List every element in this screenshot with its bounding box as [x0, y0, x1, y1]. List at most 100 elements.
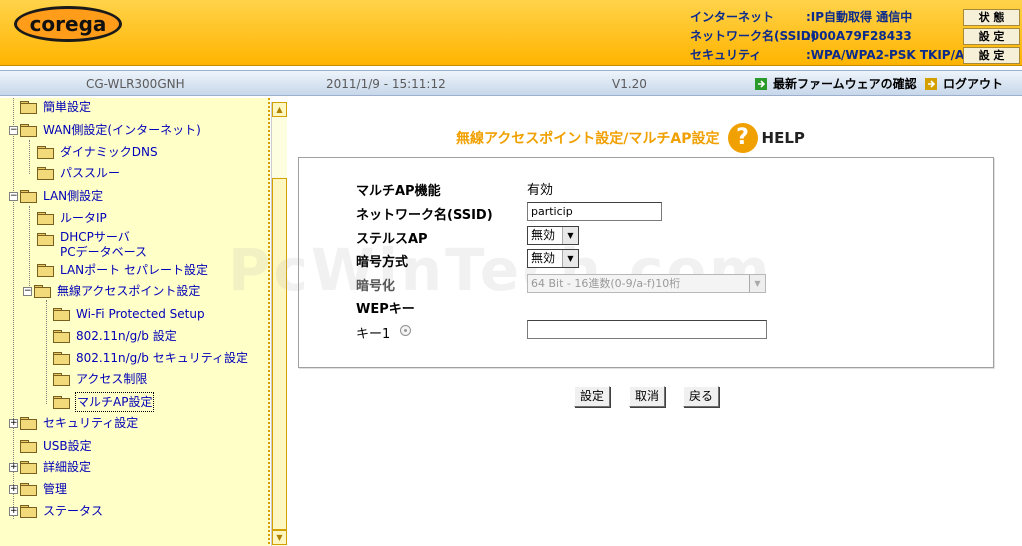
nav-80211-settings[interactable]: 802.11n/g/b 設定 — [53, 327, 177, 345]
encryption-label: 暗号化 — [356, 279, 396, 294]
key1-input[interactable] — [527, 320, 767, 339]
folder-icon — [53, 330, 70, 343]
status-label-ssid: ネットワーク名(SSID) — [690, 29, 817, 43]
folder-icon — [37, 264, 54, 277]
corega-logo: corega — [14, 6, 122, 42]
firmware-version: V1.20 — [612, 77, 647, 91]
nav-status[interactable]: + ステータス — [9, 502, 103, 520]
folder-open-icon — [20, 190, 37, 203]
folder-icon — [37, 146, 54, 159]
folder-icon — [53, 373, 70, 386]
folder-open-icon — [34, 285, 51, 298]
nav-wan-settings[interactable]: − WAN側設定(インターネット) — [9, 121, 201, 139]
cancel-button[interactable]: 取消 — [629, 386, 665, 407]
status-value-internet: :IP自動取得 通信中 — [806, 10, 913, 24]
multi-ap-label: マルチAP機能 — [356, 184, 441, 199]
nav-security-settings[interactable]: + セキュリティ設定 — [9, 414, 138, 432]
navigation-tree: 簡単設定 − WAN側設定(インターネット) ダイナミックDNS パススルー − L… — [0, 98, 270, 546]
help-link[interactable]: HELP — [762, 129, 805, 147]
dropdown-arrow-icon: ▼ — [562, 227, 578, 244]
ssid-settings-button[interactable]: 設 定 — [963, 28, 1020, 45]
nav-access-control[interactable]: アクセス制限 — [53, 370, 147, 388]
collapse-icon[interactable]: − — [9, 191, 18, 201]
ssid-label: ネットワーク名(SSID) — [356, 208, 493, 223]
multi-ap-value: 有効 — [527, 183, 554, 198]
nav-easy-setup[interactable]: 簡単設定 — [9, 98, 91, 116]
nav-passthrough[interactable]: パススルー — [37, 164, 120, 182]
cipher-select[interactable]: 無効 ▼ — [527, 249, 579, 268]
status-label-internet: インターネット — [690, 10, 775, 24]
nav-usb-settings[interactable]: USB設定 — [9, 437, 92, 455]
nav-dynamic-dns[interactable]: ダイナミックDNS — [37, 143, 158, 161]
nav-dhcp-server[interactable]: DHCPサーバ PCデータベース — [37, 230, 147, 260]
expand-icon[interactable]: + — [9, 418, 18, 428]
page-title: 無線アクセスポイント設定/マルチAP設定 ? HELP — [456, 122, 805, 154]
folder-icon — [53, 308, 70, 321]
folder-icon — [20, 461, 37, 474]
folder-icon — [20, 440, 37, 453]
tree-line — [29, 206, 30, 292]
key1-radio[interactable] — [400, 325, 411, 336]
collapse-icon[interactable]: − — [23, 286, 32, 296]
folder-open-icon — [20, 124, 37, 137]
security-settings-button[interactable]: 設 定 — [963, 47, 1020, 64]
scroll-up-button[interactable]: ▲ — [272, 102, 287, 117]
sidebar-divider — [268, 98, 270, 546]
dropdown-arrow-icon: ▼ — [749, 275, 765, 292]
folder-icon — [20, 505, 37, 518]
page-title-text: 無線アクセスポイント設定/マルチAP設定 — [456, 131, 720, 147]
date-time: 2011/1/9 - 15:11:12 — [326, 77, 446, 91]
logout-link[interactable]: ログアウト — [925, 71, 1003, 97]
green-arrow-icon — [755, 78, 767, 90]
model-name: CG-WLR300GNH — [86, 77, 185, 91]
header-bar: corega インターネット ネットワーク名(SSID) セキュリティ :IP自… — [0, 0, 1022, 66]
collapse-icon[interactable]: − — [9, 125, 18, 135]
stealth-ap-label: ステルスAP — [356, 232, 428, 247]
save-button[interactable]: 設定 — [574, 386, 610, 407]
encryption-select[interactable]: 64 Bit - 16進数(0-9/a-f)10桁 ▼ — [527, 274, 766, 293]
expand-icon[interactable]: + — [9, 462, 18, 472]
info-bar: CG-WLR300GNH 2011/1/9 - 15:11:12 V1.20 最… — [0, 70, 1022, 96]
folder-icon — [20, 417, 37, 430]
nav-lan-settings[interactable]: − LAN側設定 — [9, 187, 103, 205]
help-icon[interactable]: ? — [727, 123, 758, 153]
nav-lan-port-separate[interactable]: LANポート セパレート設定 — [37, 261, 208, 279]
status-label-security: セキュリティ — [690, 48, 762, 62]
status-value-ssid: :000A79F28433 — [806, 29, 912, 43]
tree-line — [13, 98, 14, 519]
dropdown-arrow-icon: ▼ — [562, 250, 578, 267]
folder-icon — [20, 101, 37, 114]
multi-ap-form: マルチAP機能 有効 ネットワーク名(SSID) particip ステルスAP… — [298, 157, 994, 368]
status-values: :IP自動取得 通信中 :000A79F28433 :WPA/WPA2-PSK … — [806, 8, 981, 65]
wep-key-label: WEPキー — [356, 302, 415, 317]
folder-icon — [20, 483, 37, 496]
nav-router-ip[interactable]: ルータIP — [37, 209, 107, 227]
sidebar-scrollbar[interactable]: ▲ ▼ — [271, 102, 287, 546]
status-button[interactable]: 状 態 — [963, 9, 1020, 26]
ssid-input[interactable]: particip — [527, 202, 662, 221]
firmware-check-link[interactable]: 最新ファームウェアの確認 — [755, 71, 917, 97]
scroll-thumb[interactable] — [272, 178, 287, 530]
cipher-label: 暗号方式 — [356, 255, 409, 270]
folder-icon — [37, 212, 54, 225]
status-value-security: :WPA/WPA2-PSK TKIP/AES — [806, 48, 982, 62]
expand-icon[interactable]: + — [9, 484, 18, 494]
nav-80211-security[interactable]: 802.11n/g/b セキュリティ設定 — [53, 349, 248, 367]
tree-line — [29, 140, 30, 174]
back-button[interactable]: 戻る — [683, 386, 719, 407]
yellow-arrow-icon — [925, 78, 937, 90]
folder-open-icon — [53, 396, 70, 409]
folder-icon — [37, 167, 54, 180]
tree-line — [46, 300, 47, 404]
status-labels: インターネット ネットワーク名(SSID) セキュリティ — [690, 8, 816, 65]
key1-label: キー1 — [356, 327, 391, 342]
expand-icon[interactable]: + — [9, 506, 18, 516]
nav-wps[interactable]: Wi-Fi Protected Setup — [53, 305, 205, 323]
nav-multi-ap[interactable]: マルチAP設定 — [53, 392, 155, 412]
stealth-ap-select[interactable]: 無効 ▼ — [527, 226, 579, 245]
nav-wireless-ap[interactable]: − 無線アクセスポイント設定 — [23, 282, 200, 300]
scroll-down-button[interactable]: ▼ — [272, 530, 287, 545]
nav-management[interactable]: + 管理 — [9, 480, 67, 498]
folder-icon — [53, 352, 70, 365]
nav-advanced-settings[interactable]: + 詳細設定 — [9, 458, 91, 476]
